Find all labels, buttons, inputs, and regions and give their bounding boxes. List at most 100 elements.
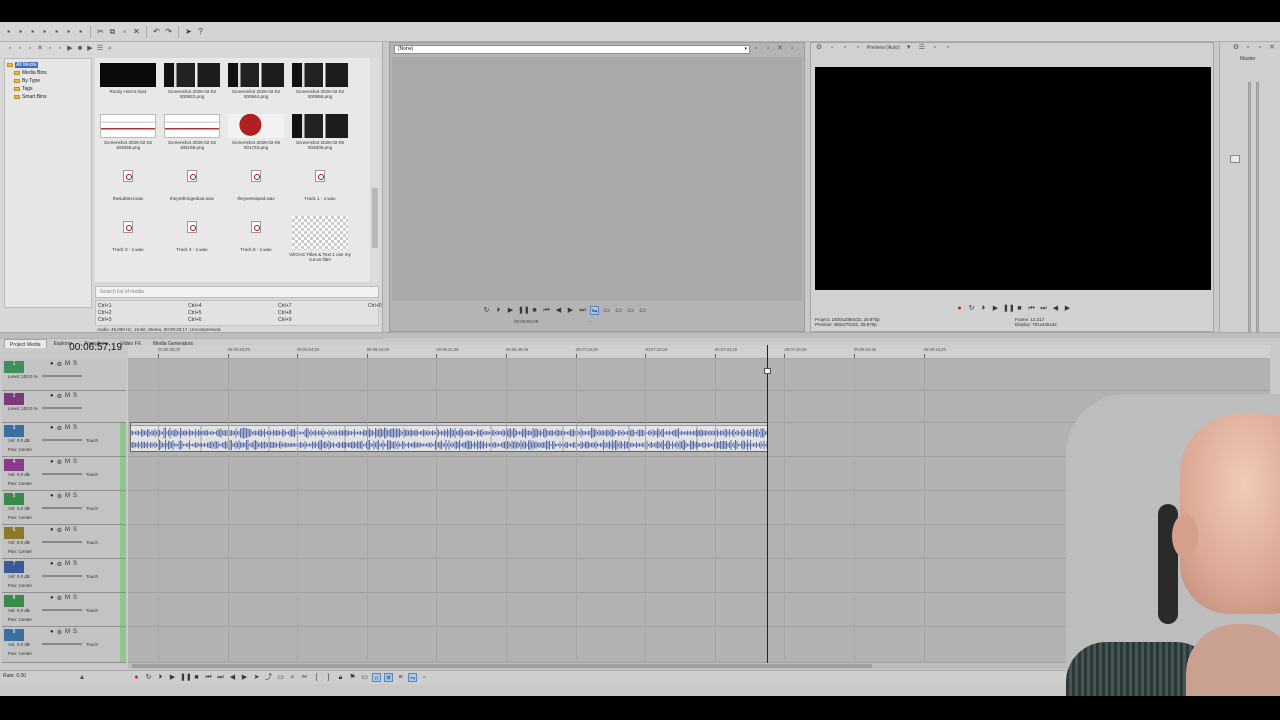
split-screen-icon[interactable]: ▫: [854, 44, 862, 52]
media-item[interactable]: Track 3 - 1.wav: [97, 213, 159, 263]
tree-item-by-type[interactable]: By Type: [7, 77, 89, 85]
solo-button[interactable]: S: [73, 459, 77, 466]
insert-icon[interactable]: ▭: [614, 306, 623, 315]
ignore-grouping-icon[interactable]: ▫: [420, 673, 429, 682]
track-number[interactable]: 9: [4, 629, 24, 641]
arm-record-icon[interactable]: ●: [50, 393, 54, 400]
new-project-icon[interactable]: ▪: [4, 27, 13, 36]
properties-icon[interactable]: ▪: [52, 27, 61, 36]
loop-icon[interactable]: ↻: [482, 306, 491, 315]
trimmer-source-select[interactable]: (None) ▾: [394, 45, 750, 54]
media-item[interactable]: Screenshot 2026-02-05 001743.png: [225, 111, 287, 161]
tree-item-media-bins[interactable]: Media Bins: [7, 69, 89, 77]
play-icon[interactable]: ▶: [506, 306, 515, 315]
selection-tool-icon[interactable]: ▭: [276, 673, 285, 682]
track-fx-icon[interactable]: ⚙: [57, 629, 62, 636]
media-item[interactable]: Track 6 - 1.wav: [225, 213, 287, 263]
stop-icon[interactable]: ■: [76, 45, 84, 53]
prev-frame-icon[interactable]: ◀: [228, 673, 237, 682]
cut-icon[interactable]: ✂: [96, 27, 105, 36]
track-header-4[interactable]: 4 ● ⚙ M S Vol: 0.0 dB Pan: Center Touch: [2, 457, 126, 491]
trim-settings-icon[interactable]: ▫: [788, 45, 796, 53]
play-from-start-icon[interactable]: ⏵: [156, 673, 165, 682]
get-media-icon[interactable]: ▫: [26, 45, 34, 53]
prev-frame-icon[interactable]: ◀: [554, 306, 563, 315]
loop-icon[interactable]: ↻: [144, 673, 153, 682]
solo-button[interactable]: S: [73, 361, 77, 368]
copy-icon[interactable]: ⧉: [108, 27, 117, 36]
solo-button[interactable]: S: [73, 393, 77, 400]
remove-media-icon[interactable]: ✕: [36, 45, 44, 53]
normal-edit-tool-icon[interactable]: ➤: [252, 673, 261, 682]
undo-icon[interactable]: ↶: [152, 27, 161, 36]
solo-button[interactable]: S: [73, 493, 77, 500]
solo-button[interactable]: S: [73, 629, 77, 636]
envelope-tool-icon[interactable]: ⤴: [264, 673, 273, 682]
track-header-2[interactable]: 2 ● ⚙ M S Level: 100.0 %: [2, 391, 126, 423]
track-number[interactable]: 7: [4, 561, 24, 573]
arm-record-icon[interactable]: ●: [50, 527, 54, 534]
prev-frame-icon[interactable]: ◀: [1051, 304, 1060, 313]
go-to-end-icon[interactable]: ⏭: [216, 673, 225, 682]
search-icon[interactable]: ⌕: [106, 45, 114, 53]
automation-mode-label[interactable]: Touch: [86, 438, 98, 443]
track-number[interactable]: 6: [4, 527, 24, 539]
import-media-icon[interactable]: ▫: [6, 45, 14, 53]
playhead-cursor[interactable]: [767, 345, 768, 665]
media-item[interactable]: Screenshot 2026-02-02 184858.png: [97, 111, 159, 161]
master-fader[interactable]: [1230, 155, 1240, 163]
track-header-6[interactable]: 6 ● ⚙ M S Vol: 0.0 dB Pan: Center Touch: [2, 525, 126, 559]
master-settings-icon[interactable]: ⚙: [1232, 44, 1240, 52]
copy-snapshot-icon[interactable]: ▫: [931, 44, 939, 52]
panel-splitter[interactable]: [0, 332, 1280, 338]
snap-icon[interactable]: ⇋: [590, 306, 599, 315]
render-icon[interactable]: ▪: [40, 27, 49, 36]
level-slider[interactable]: [42, 375, 82, 377]
lock-icon[interactable]: 🔒︎: [336, 673, 345, 682]
track-number[interactable]: 8: [4, 595, 24, 607]
tree-item-smart-bins[interactable]: Smart Bins: [7, 93, 89, 101]
snapping-icon[interactable]: ∩: [372, 673, 381, 682]
play-from-start-icon[interactable]: ⏵: [494, 306, 503, 315]
volume-slider[interactable]: [42, 473, 82, 475]
volume-slider[interactable]: [42, 507, 82, 509]
mute-button[interactable]: M: [65, 527, 70, 534]
track-fx-icon[interactable]: ⚙: [57, 561, 62, 568]
split-icon[interactable]: ✂: [300, 673, 309, 682]
arm-record-icon[interactable]: ●: [50, 629, 54, 636]
automation-mode-label[interactable]: Touch: [86, 642, 98, 647]
arm-record-icon[interactable]: ●: [50, 361, 54, 368]
track-header-5[interactable]: 5 ● ⚙ M S Vol: 0.0 dB Pan: Center Touch: [2, 491, 126, 525]
preview-screen[interactable]: [815, 67, 1211, 290]
tree-item-all-media[interactable]: All Media: [7, 61, 89, 69]
go-to-end-icon[interactable]: ⏭: [578, 306, 587, 315]
pause-icon[interactable]: ❚❚: [518, 306, 530, 315]
go-to-end-icon[interactable]: ⏭: [1039, 304, 1048, 313]
track-header-3[interactable]: 3 ● ⚙ M S Vol: 0.0 dB Pan: Center Touch: [2, 423, 126, 457]
mute-button[interactable]: M: [65, 493, 70, 500]
media-item[interactable]: theyvereaped.wav: [225, 162, 287, 212]
trim-clear-icon[interactable]: ✕: [776, 45, 784, 53]
level-slider[interactable]: [42, 407, 82, 409]
save-icon[interactable]: ▪: [28, 27, 37, 36]
track-fx-icon[interactable]: ⚙: [57, 493, 62, 500]
next-frame-icon[interactable]: ▶: [240, 673, 249, 682]
media-item[interactable]: thesubtext.wav: [97, 162, 159, 212]
tree-item-tags[interactable]: Tags: [7, 85, 89, 93]
auto-crossfade-icon[interactable]: ✕: [384, 673, 393, 682]
overlays-icon[interactable]: ☰: [918, 44, 926, 52]
solo-button[interactable]: S: [73, 595, 77, 602]
master-fx-icon[interactable]: ▫: [1244, 44, 1252, 52]
solo-button[interactable]: S: [73, 527, 77, 534]
mute-button[interactable]: M: [65, 595, 70, 602]
arm-record-icon[interactable]: ●: [50, 595, 54, 602]
solo-button[interactable]: S: [73, 561, 77, 568]
volume-slider[interactable]: [42, 575, 82, 577]
automation-mode-label[interactable]: Touch: [86, 472, 98, 477]
region-icon[interactable]: ▭: [360, 673, 369, 682]
zoom-tool-icon[interactable]: ⌕: [288, 673, 297, 682]
play-from-start-icon[interactable]: ⏵: [979, 304, 988, 313]
track-fx-icon[interactable]: ⚙: [57, 425, 62, 432]
auto-preview-icon[interactable]: ▶: [66, 45, 74, 53]
volume-slider[interactable]: [42, 439, 82, 441]
